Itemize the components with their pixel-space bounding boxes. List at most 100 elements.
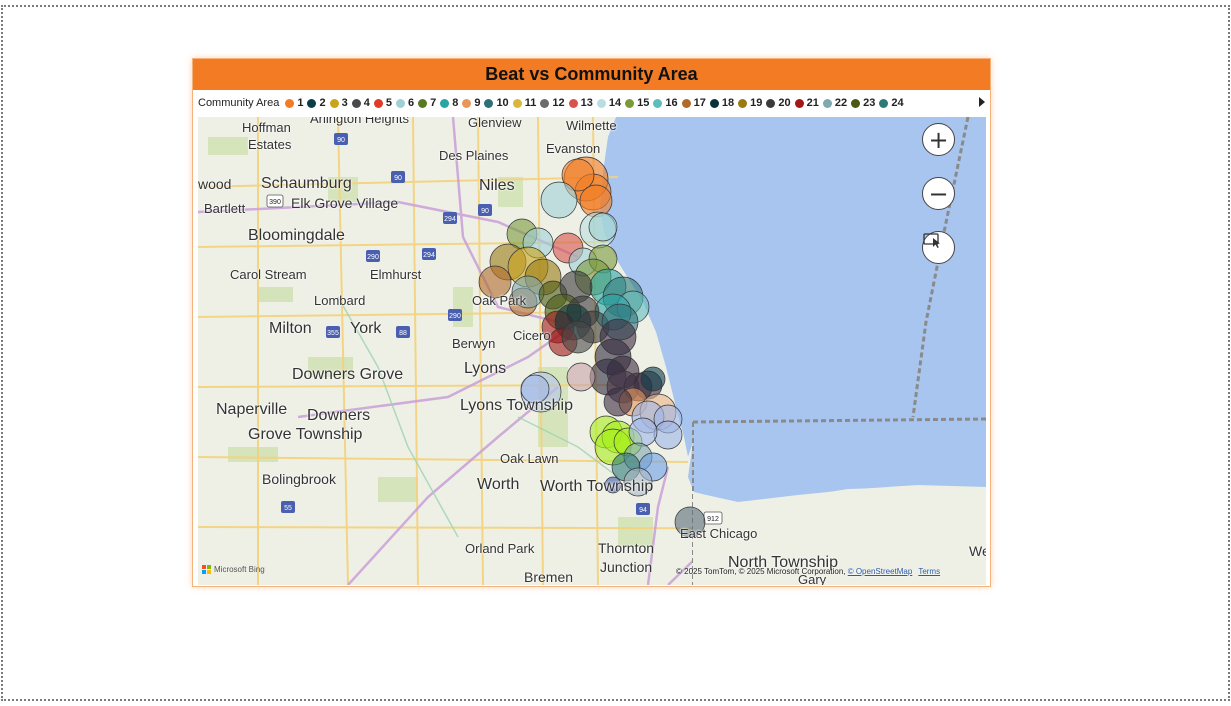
place-label: Worth Township [540, 478, 654, 495]
place-label: Des Plaines [439, 148, 509, 163]
legend-swatch [766, 98, 776, 108]
place-label: Lyons [464, 360, 507, 377]
legend-swatch [540, 98, 550, 108]
legend-swatch [440, 98, 450, 108]
legend-item-21[interactable]: 21 [794, 97, 819, 109]
zoom-in-button[interactable]: + [922, 123, 955, 156]
place-label: Bloomingdale [248, 227, 345, 244]
highway-shield-label: 294 [444, 216, 456, 223]
legend-swatch [794, 98, 804, 108]
legend-item-18[interactable]: 18 [709, 97, 735, 109]
data-bubble[interactable] [628, 417, 658, 447]
highway-shield-label: 55 [284, 505, 292, 512]
visual-title: Beat vs Community Area [485, 64, 698, 84]
legend-label: 21 [806, 97, 819, 109]
legend-label: 2 [319, 97, 326, 109]
place-label: Oak Lawn [500, 451, 559, 466]
legend-swatch [681, 98, 691, 108]
data-bubble[interactable] [603, 387, 633, 417]
legend-label: 22 [834, 97, 848, 109]
legend-item-5[interactable]: 5 [373, 97, 392, 109]
place-label: We [969, 543, 986, 559]
legend-item-22[interactable]: 22 [822, 97, 848, 109]
place-label: Grove Township [248, 426, 363, 443]
map-visual[interactable]: Beat vs Community Area Community Area 12… [192, 58, 991, 587]
highway-shield-label: 90 [337, 137, 345, 144]
legend-swatch [307, 98, 317, 108]
highway-shield-label: 290 [367, 254, 379, 261]
legend-item-13[interactable]: 13 [568, 97, 593, 109]
legend-swatch [285, 98, 295, 108]
legend-item-6[interactable]: 6 [395, 97, 415, 109]
legend-swatch [512, 98, 522, 108]
legend-item-23[interactable]: 23 [851, 97, 875, 109]
legend-item-8[interactable]: 8 [440, 97, 458, 109]
data-bubble[interactable] [540, 181, 578, 219]
openstreetmap-link[interactable]: © OpenStreetMap [848, 567, 913, 576]
plus-icon: + [928, 125, 949, 154]
legend-swatch [851, 98, 861, 108]
legend-label: 23 [863, 97, 876, 109]
legend-item-12[interactable]: 12 [540, 97, 565, 109]
data-bubble[interactable] [588, 212, 618, 242]
place-label: Junction [600, 559, 653, 575]
legend-label: 6 [407, 97, 415, 109]
legend-item-15[interactable]: 15 [625, 97, 649, 109]
zoom-out-button[interactable]: − [922, 177, 955, 210]
legend-label: 13 [580, 97, 593, 109]
place-label: Milton [269, 320, 312, 337]
legend-label: 18 [721, 97, 735, 109]
legend-swatch [709, 98, 719, 108]
legend-label: 8 [452, 97, 459, 109]
selection-cursor-icon [923, 233, 940, 248]
legend-item-1[interactable]: 1 [285, 97, 303, 109]
highway-shield-label: 912 [707, 516, 719, 523]
legend-item-9[interactable]: 9 [462, 97, 480, 109]
legend-item-2[interactable]: 2 [307, 97, 326, 109]
highway-shield-label: 88 [399, 330, 407, 337]
place-label: Downers [307, 407, 371, 424]
data-bubble[interactable] [653, 420, 683, 450]
highway-shield-label: 390 [269, 199, 281, 206]
legend-next-arrow-icon[interactable] [979, 97, 985, 107]
legend-label: 19 [750, 97, 763, 109]
place-label: Bolingbrook [262, 471, 336, 487]
legend-item-14[interactable]: 14 [596, 97, 622, 109]
place-label: Berwyn [452, 336, 496, 351]
place-label: Bremen [524, 569, 574, 585]
legend-item-17[interactable]: 17 [681, 97, 706, 109]
legend-swatch [418, 98, 428, 108]
place-label: Hoffman [242, 120, 291, 135]
legend-item-7[interactable]: 7 [418, 97, 436, 109]
data-bubble[interactable] [561, 320, 595, 354]
select-area-button[interactable] [922, 231, 955, 264]
legend-swatch [462, 98, 472, 108]
legend-swatch [373, 98, 383, 108]
legend-label: 10 [496, 97, 509, 109]
legend-item-10[interactable]: 10 [484, 97, 509, 109]
place-label: York [350, 320, 382, 337]
place-label: Evanston [546, 141, 601, 156]
legend-item-19[interactable]: 19 [738, 97, 762, 109]
place-label: Lyons Township [460, 397, 573, 414]
minus-icon: − [928, 179, 949, 208]
legend-swatch [822, 98, 832, 108]
legend-item-16[interactable]: 16 [653, 97, 678, 109]
place-label: Lombard [314, 293, 366, 308]
data-bubble[interactable] [640, 366, 666, 392]
map-canvas[interactable]: 90 90 294 390 90 290 294 290 355 88 55 9… [198, 117, 986, 585]
highway-shield-label: 94 [639, 507, 647, 514]
legend-item-4[interactable]: 4 [351, 97, 370, 109]
legend-swatch [395, 98, 405, 108]
legend-item-11[interactable]: 11 [512, 97, 536, 109]
data-bubble[interactable] [566, 362, 596, 392]
legend-title: Community Area [198, 97, 280, 109]
legend-item-24[interactable]: 24 [879, 97, 904, 109]
legend-label: 3 [341, 97, 348, 109]
terms-link[interactable]: Terms [918, 567, 940, 576]
legend-swatch [484, 98, 494, 108]
legend-item-3[interactable]: 3 [329, 97, 348, 109]
legend-label: 14 [608, 97, 622, 109]
legend-item-20[interactable]: 20 [766, 97, 791, 109]
place-label: Elmhurst [370, 267, 422, 282]
